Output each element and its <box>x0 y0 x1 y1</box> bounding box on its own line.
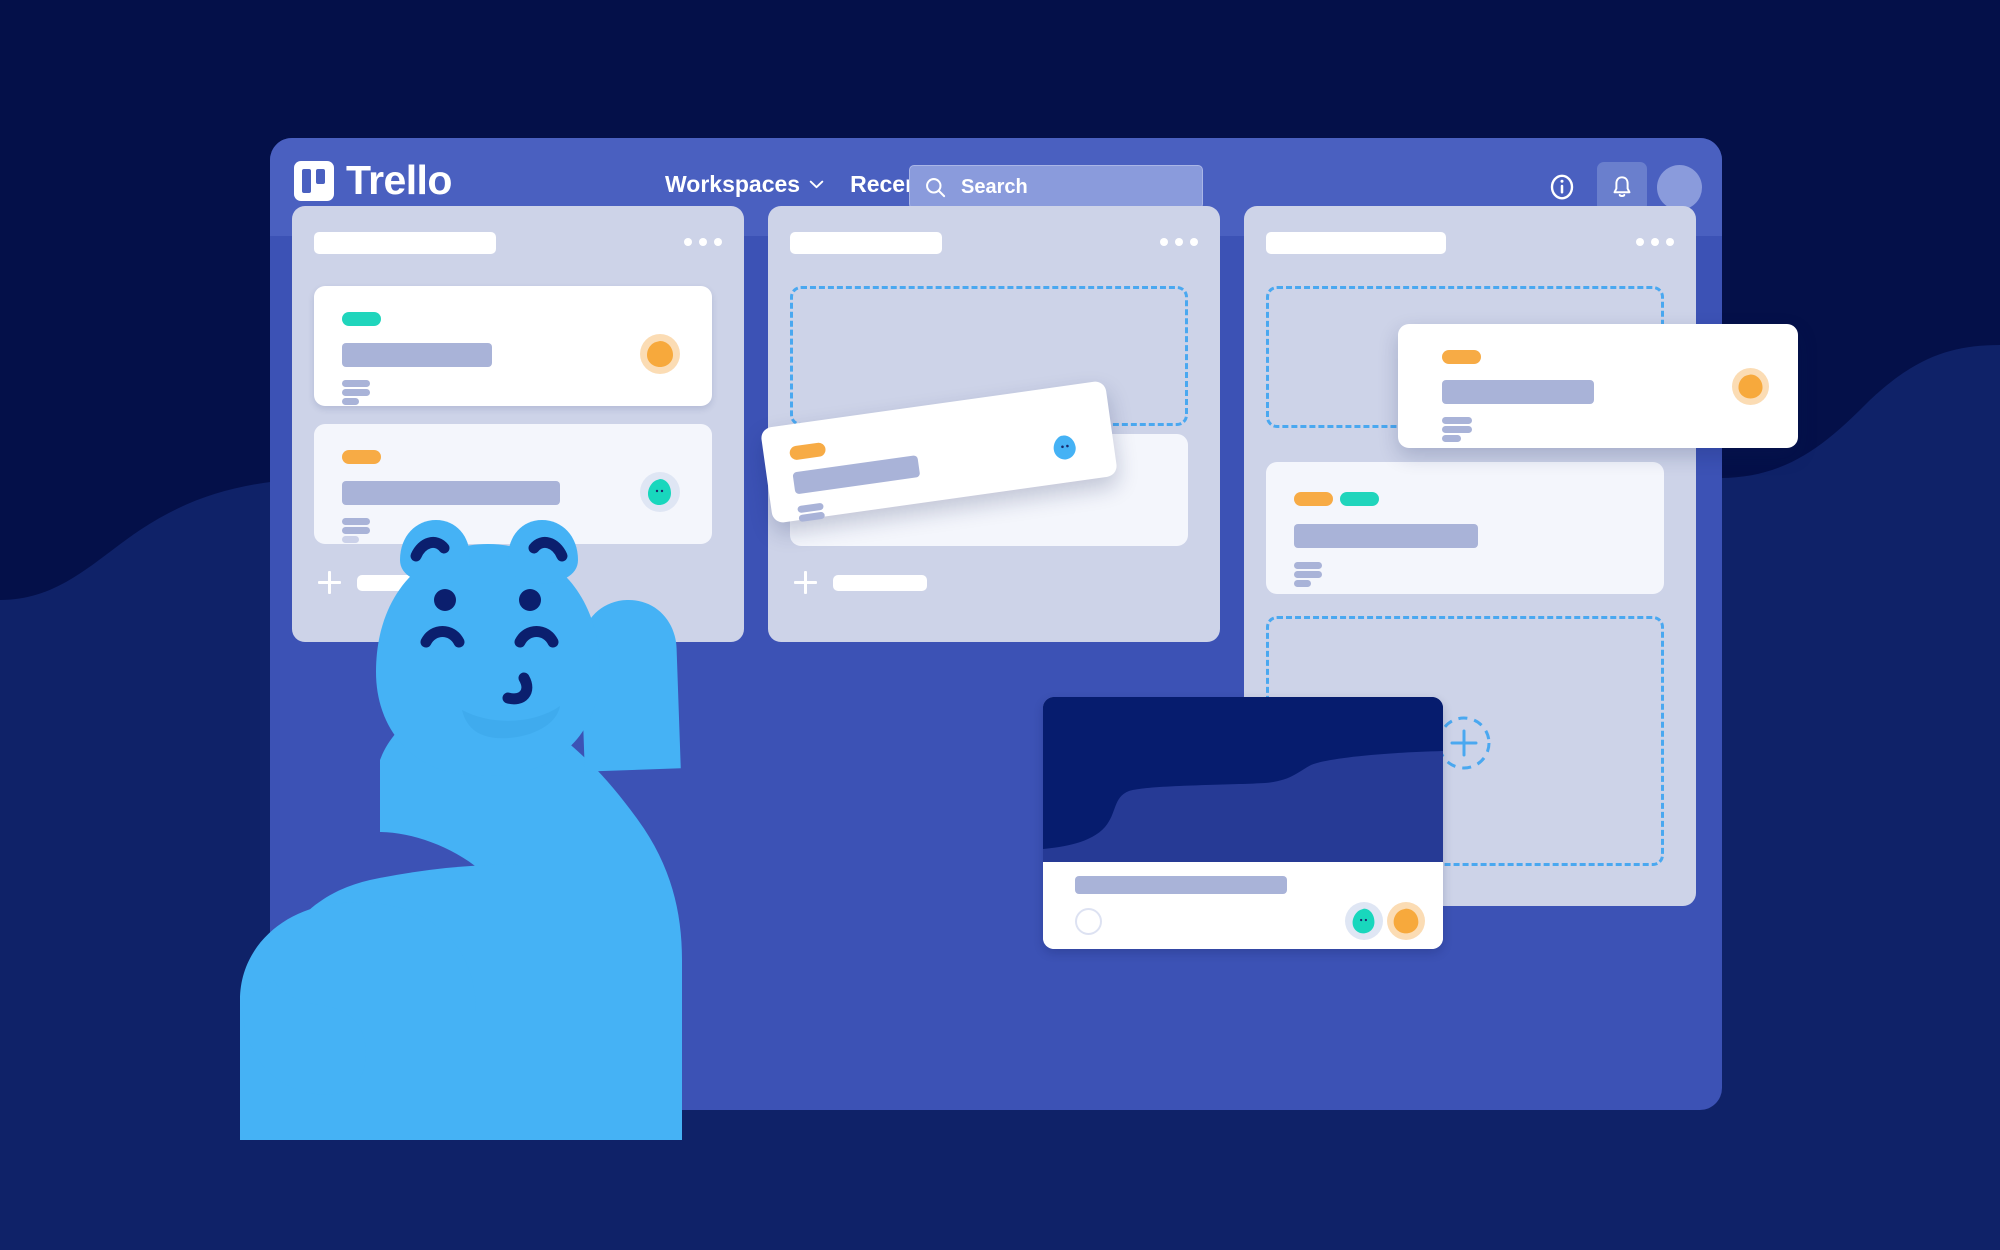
top-bar-actions <box>1537 162 1702 212</box>
media-card-avatar-orange[interactable] <box>1387 902 1425 940</box>
list-three-more-options-icon[interactable] <box>1636 238 1674 246</box>
add-card-circle-plus-icon[interactable] <box>1436 715 1492 771</box>
nav-item-workspaces-label: Workspaces <box>665 171 801 197</box>
chevron-down-icon <box>809 180 824 189</box>
floating-card-label-orange <box>1442 350 1481 364</box>
dragged-card-title-placeholder <box>792 455 921 495</box>
floating-card-text-line <box>1442 435 1461 442</box>
card-1-title-placeholder <box>342 343 492 367</box>
logo-tile-right <box>316 168 325 184</box>
card-1[interactable] <box>314 286 712 406</box>
card-1-text-line <box>342 380 370 387</box>
avatar-blue-glyph <box>1053 435 1076 460</box>
floating-card-title-placeholder <box>1442 380 1594 404</box>
media-card-title-placeholder <box>1075 876 1287 894</box>
user-avatar[interactable] <box>1657 164 1702 210</box>
floating-card-avatar-orange[interactable] <box>1732 368 1769 405</box>
card-1-text-line <box>342 398 359 405</box>
card-4-text-line <box>1294 562 1322 569</box>
card-1-text-line <box>342 389 370 396</box>
card-4-text-line <box>1294 571 1322 578</box>
card-1-avatar-orange[interactable] <box>640 334 680 374</box>
circle-checkbox-icon[interactable] <box>1075 908 1102 935</box>
brand-name: Trello <box>346 157 452 203</box>
card-1-label-teal <box>342 312 381 326</box>
avatar-orange-glyph <box>647 341 673 367</box>
bell-glyph <box>1613 175 1631 197</box>
floating-card-text-line <box>1442 417 1472 424</box>
taco-hippo-mascot <box>240 520 682 1140</box>
illustration-canvas: Trello Workspaces Recent Search <box>0 0 2000 1250</box>
trello-brand[interactable]: Trello <box>294 160 452 201</box>
list-three-title-placeholder[interactable] <box>1266 232 1446 254</box>
dragged-card-avatar-blue[interactable] <box>1045 428 1083 466</box>
primary-nav: Workspaces Recent <box>665 171 951 198</box>
card-4[interactable] <box>1266 462 1664 594</box>
card-4-title-placeholder <box>1294 524 1478 548</box>
trello-board-logo-icon <box>294 160 334 201</box>
info-icon[interactable] <box>1537 162 1587 212</box>
card-4-label-teal <box>1340 492 1379 506</box>
avatar-teal-glyph <box>1352 908 1375 934</box>
info-glyph <box>1550 174 1574 200</box>
search-icon <box>926 177 946 197</box>
list-one-title-placeholder[interactable] <box>314 232 496 254</box>
notifications-bell-icon[interactable] <box>1597 162 1647 212</box>
card-4-label-orange <box>1294 492 1333 506</box>
dragged-card-label-orange <box>788 441 827 461</box>
media-card-cover-image <box>1043 697 1443 862</box>
logo-tile-left <box>302 168 311 193</box>
media-card-avatar-teal[interactable] <box>1345 902 1383 940</box>
avatar-orange-glyph <box>1393 908 1419 934</box>
card-4-text-line <box>1294 580 1311 587</box>
list-two-more-options-icon[interactable] <box>1160 238 1198 246</box>
list-two-title-placeholder[interactable] <box>790 232 942 254</box>
search-input[interactable]: Search <box>909 165 1203 209</box>
search-placeholder: Search <box>961 175 1028 198</box>
list-one-more-options-icon[interactable] <box>684 238 722 246</box>
nav-item-workspaces[interactable]: Workspaces <box>665 171 824 198</box>
abstract-waves-graphic <box>1043 697 1443 862</box>
floating-card-text-line <box>1442 426 1472 433</box>
floating-card[interactable] <box>1398 324 1798 448</box>
avatar-orange-glyph <box>1738 374 1763 399</box>
media-card-footer <box>1043 862 1443 949</box>
media-cover-card[interactable] <box>1043 697 1443 949</box>
